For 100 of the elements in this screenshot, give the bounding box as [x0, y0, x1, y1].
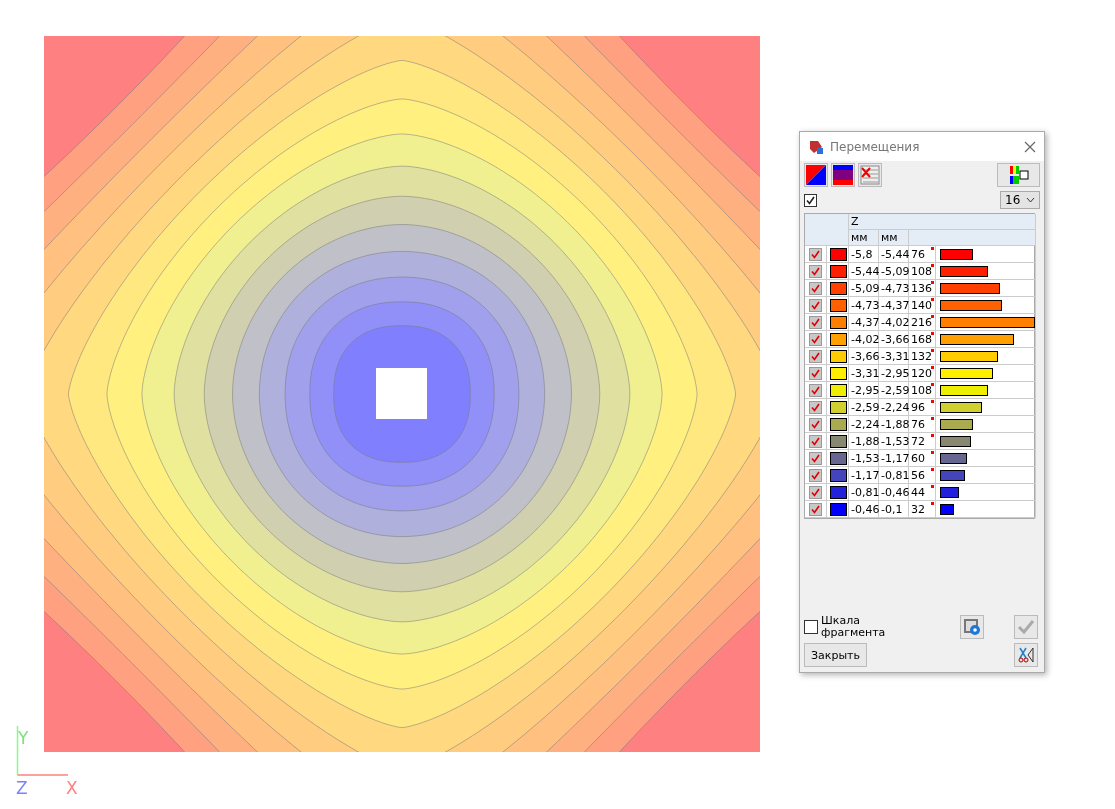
- table-cell: -0,81: [879, 467, 909, 484]
- marker-icon: [931, 383, 934, 386]
- window-title: Перемещения: [830, 139, 921, 154]
- check-icon: [1017, 619, 1035, 635]
- row-checkbox[interactable]: [809, 366, 822, 380]
- marker-icon: [931, 468, 934, 471]
- color-swatch[interactable]: [830, 332, 847, 346]
- color-swatch[interactable]: [830, 264, 847, 278]
- close-button[interactable]: Закрыть: [804, 643, 867, 667]
- cut-button[interactable]: [1014, 643, 1038, 667]
- table-cell: 56: [911, 468, 925, 482]
- table-cell: -2,59: [879, 382, 909, 399]
- unit-header: мм: [879, 230, 909, 246]
- color-gradient-button[interactable]: [804, 163, 828, 187]
- table-cell: -2,95: [849, 382, 879, 399]
- table-cell: -1,88: [879, 416, 909, 433]
- table-cell: -1,88: [849, 433, 879, 450]
- color-swatch[interactable]: [830, 451, 847, 465]
- chevron-down-icon: [1026, 197, 1035, 203]
- marker-icon: [931, 366, 934, 369]
- axis-z-label: Z: [16, 780, 28, 797]
- close-icon[interactable]: [1024, 140, 1036, 153]
- table-cell: 132: [911, 349, 932, 363]
- scale-checkbox[interactable]: [804, 620, 818, 634]
- color-swatch[interactable]: [830, 281, 847, 295]
- color-swatch[interactable]: [830, 298, 847, 312]
- table-cell: -4,37: [879, 297, 909, 314]
- table-cell: 72: [911, 434, 925, 448]
- color-swatch[interactable]: [830, 434, 847, 448]
- table-cell: -3,31: [849, 365, 879, 382]
- table-cell: -1,53: [879, 433, 909, 450]
- table-cell: -4,02: [849, 331, 879, 348]
- table-cell: -1,17: [879, 450, 909, 467]
- settings-button[interactable]: [960, 615, 984, 639]
- marker-icon: [931, 264, 934, 267]
- axis-lines-drawing: [16, 726, 68, 776]
- table-cell: -2,24: [879, 399, 909, 416]
- marker-icon: [931, 281, 934, 284]
- row-checkbox[interactable]: [809, 434, 822, 448]
- table-cell: -2,59: [849, 399, 879, 416]
- marker-icon: [931, 298, 934, 301]
- marker-icon: [931, 417, 934, 420]
- marker-icon: [931, 451, 934, 454]
- table-cell: 108: [911, 264, 932, 278]
- color-swatch[interactable]: [830, 349, 847, 363]
- table-cell: -5,44: [879, 246, 909, 263]
- row-checkbox[interactable]: [809, 502, 822, 516]
- row-checkbox[interactable]: [809, 298, 822, 312]
- row-checkbox[interactable]: [809, 332, 822, 346]
- color-swatch[interactable]: [830, 400, 847, 414]
- table-cell: -5,44: [849, 263, 879, 280]
- row-checkbox[interactable]: [809, 281, 822, 295]
- color-swatch[interactable]: [830, 383, 847, 397]
- palette-button[interactable]: [831, 163, 855, 187]
- table-cell: -5,8: [849, 246, 879, 263]
- color-swatch[interactable]: [830, 502, 847, 516]
- marker-icon: [931, 434, 934, 437]
- row-checkbox[interactable]: [809, 315, 822, 329]
- color-swatch[interactable]: [830, 247, 847, 261]
- table-cell: -4,73: [879, 280, 909, 297]
- row-checkbox[interactable]: [809, 247, 822, 261]
- check-icon: [806, 195, 815, 205]
- table-cell: -0,1: [879, 501, 909, 518]
- table-cell: -1,17: [849, 467, 879, 484]
- show-all-checkbox[interactable]: [804, 193, 817, 207]
- row-checkbox[interactable]: [809, 485, 822, 499]
- row-checkbox[interactable]: [809, 417, 822, 431]
- row-checkbox[interactable]: [809, 468, 822, 482]
- row-checkbox[interactable]: [809, 264, 822, 278]
- row-checkbox[interactable]: [809, 451, 822, 465]
- app-icon: [808, 138, 824, 155]
- marker-icon: [931, 247, 934, 250]
- row-checkbox[interactable]: [809, 383, 822, 397]
- table-cell: -3,66: [879, 331, 909, 348]
- row-checkbox[interactable]: [809, 400, 822, 414]
- table-cell: 216: [911, 315, 932, 329]
- row-checkbox[interactable]: [809, 349, 822, 363]
- color-swatch[interactable]: [830, 315, 847, 329]
- table-cell: -5,09: [879, 263, 909, 280]
- color-swatch[interactable]: [830, 468, 847, 482]
- table-cell: -0,81: [849, 484, 879, 501]
- table-cell: 32: [911, 502, 925, 516]
- table-cell: 76: [911, 247, 925, 261]
- table-cell: 60: [911, 451, 925, 465]
- table-cell: -3,66: [849, 348, 879, 365]
- color-swatch[interactable]: [830, 417, 847, 431]
- table-cell: -0,46: [849, 501, 879, 518]
- color-swatch[interactable]: [830, 485, 847, 499]
- table-cell: 140: [911, 298, 932, 312]
- table-cell: -3,31: [879, 348, 909, 365]
- clear-table-button[interactable]: [858, 163, 882, 187]
- palette-icon: [833, 165, 853, 185]
- table-cell: 44: [911, 485, 925, 499]
- color-swatch[interactable]: [830, 366, 847, 380]
- legend-layout-button[interactable]: [997, 163, 1040, 187]
- unit-header: мм: [849, 230, 879, 246]
- table-cell: 108: [911, 383, 932, 397]
- table-cell: 96: [911, 400, 925, 414]
- marker-icon: [931, 315, 934, 318]
- levels-select[interactable]: 16: [1000, 191, 1040, 209]
